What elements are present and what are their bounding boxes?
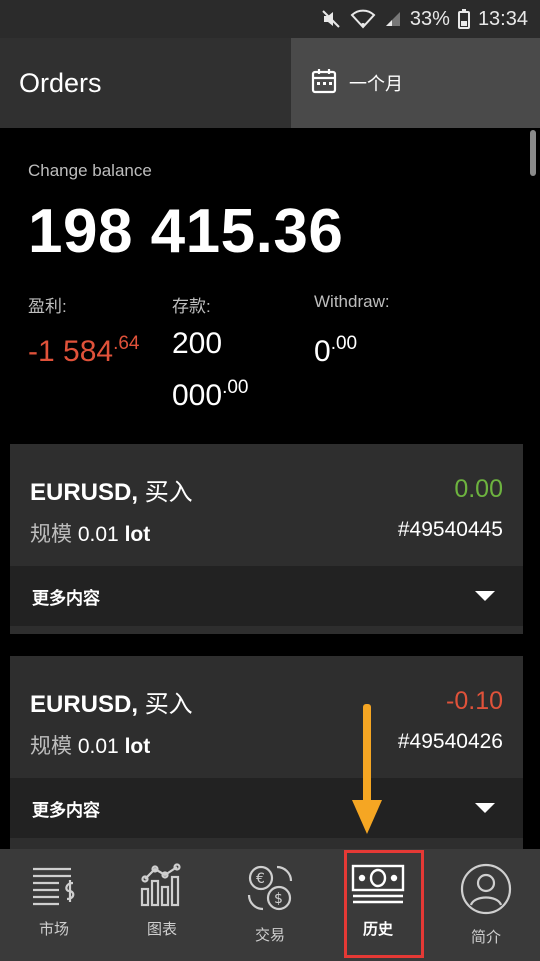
svg-text:€: € <box>256 871 265 887</box>
app-header: Orders 一个月 <box>0 38 540 128</box>
order-header: EURUSD, 买入 -0.10 <box>30 684 503 719</box>
exchange-icon: € $ <box>245 863 295 918</box>
chevron-down-icon <box>475 803 495 813</box>
order-symbol-code: EURUSD, <box>30 691 139 718</box>
order-symbol: EURUSD, 买入 <box>30 684 193 719</box>
nav-label: 历史 <box>362 921 393 938</box>
wifi-icon <box>350 9 376 29</box>
more-details-label: 更多内容 <box>32 588 100 608</box>
signal-icon <box>384 10 402 28</box>
withdraw-label: Withdraw: <box>314 292 390 311</box>
profit-label: 盈利: <box>28 297 67 316</box>
header-title-area: Orders <box>0 38 291 128</box>
balance-value: 198 415.36 <box>28 197 344 266</box>
order-card[interactable]: EURUSD, 买入 -0.10 规模 0.01 lot #49540426 更… <box>10 656 523 850</box>
nav-label: 简介 <box>470 929 501 946</box>
scrollbar[interactable] <box>530 130 536 176</box>
order-side: 买入 <box>144 691 193 718</box>
period-selector[interactable]: 一个月 <box>291 38 540 128</box>
nav-label: 图表 <box>146 921 177 938</box>
chevron-down-icon <box>475 591 495 601</box>
order-details: 规模 0.01 lot #49540426 <box>30 730 503 760</box>
svg-text:$: $ <box>274 891 283 907</box>
calendar-icon <box>311 68 337 99</box>
order-size: 规模 0.01 lot <box>30 730 150 760</box>
profile-icon <box>460 863 512 920</box>
nav-label: 交易 <box>254 927 285 944</box>
balance-caption: Change balance <box>28 161 152 180</box>
size-label: 规模 <box>30 523 72 546</box>
withdraw-main: 0 <box>314 335 331 368</box>
nav-item-history[interactable]: 历史 <box>324 849 432 961</box>
bottom-nav: 市场 图表 € $ 交易 历史 简介 <box>0 849 540 961</box>
profit-value: -1 584.64 <box>28 322 140 374</box>
order-card[interactable]: EURUSD, 买入 0.00 规模 0.01 lot #49540445 更多… <box>10 444 523 634</box>
period-label: 一个月 <box>349 74 403 94</box>
order-ticket: #49540426 <box>397 730 503 753</box>
nav-item-profile[interactable]: 简介 <box>432 849 540 961</box>
order-header: EURUSD, 买入 0.00 <box>30 472 503 507</box>
withdraw-value: 0.00 <box>314 322 357 374</box>
withdraw-frac: .00 <box>330 333 358 354</box>
page-title: Orders <box>19 67 102 98</box>
nav-label: 市场 <box>38 921 69 938</box>
mute-icon <box>320 8 342 30</box>
chart-icon <box>139 863 185 912</box>
profit-frac: .64 <box>113 333 140 354</box>
order-ticket: #49540445 <box>397 518 503 541</box>
deposit-label: 存款: <box>172 297 211 316</box>
more-details-toggle[interactable]: 更多内容 <box>10 778 523 838</box>
size-unit: lot <box>124 523 151 546</box>
size-value: 0.01 <box>77 523 119 546</box>
battery-percent: 33% <box>409 7 450 30</box>
order-symbol-code: EURUSD, <box>30 479 139 506</box>
order-side: 买入 <box>144 479 193 506</box>
deposit-frac: .00 <box>222 377 249 398</box>
status-bar: 33% 13:34 <box>0 0 540 38</box>
nav-item-market[interactable]: 市场 <box>0 849 108 961</box>
clock: 13:34 <box>477 7 528 30</box>
battery-icon <box>457 9 470 29</box>
deposit-value: 200 000.00 <box>172 322 248 418</box>
nav-item-chart[interactable]: 图表 <box>108 849 216 961</box>
annotation-arrow <box>352 704 382 834</box>
history-icon <box>350 863 406 912</box>
size-label: 规模 <box>30 735 72 758</box>
more-details-toggle[interactable]: 更多内容 <box>10 566 523 626</box>
more-details-label: 更多内容 <box>32 800 100 820</box>
size-unit: lot <box>124 735 151 758</box>
order-size: 规模 0.01 lot <box>30 518 150 548</box>
order-details: 规模 0.01 lot #49540445 <box>30 518 503 548</box>
order-profit: -0.10 <box>446 687 503 715</box>
size-value: 0.01 <box>77 735 119 758</box>
order-profit: 0.00 <box>454 475 503 503</box>
nav-item-trade[interactable]: € $ 交易 <box>216 849 324 961</box>
deposit-main-line1: 200 <box>172 327 223 360</box>
market-icon <box>31 863 77 912</box>
deposit-main-line2: 000 <box>172 379 223 412</box>
order-symbol: EURUSD, 买入 <box>30 472 193 507</box>
profit-main: -1 584 <box>28 335 114 368</box>
